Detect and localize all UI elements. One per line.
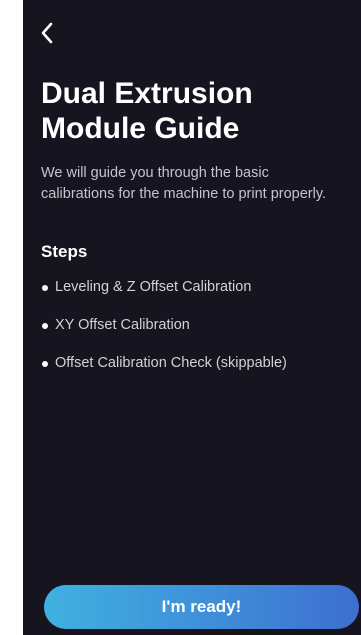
step-item-leveling: Leveling & Z Offset Calibration [41, 277, 287, 298]
bullet-icon [42, 361, 48, 367]
bullet-icon [42, 285, 48, 291]
step-label: Offset Calibration Check (skippable) [55, 355, 287, 371]
ready-button[interactable]: I'm ready! [44, 585, 359, 629]
intro-text: We will guide you through the basic cali… [41, 163, 359, 205]
page-title-line-2: Module Guide [41, 112, 240, 145]
guide-screen: Dual Extrusion Module Guide We will guid… [23, 0, 361, 635]
intro-text-line-1: We will guide you through the basic [41, 165, 269, 181]
page-title-line-1: Dual Extrusion [41, 77, 253, 110]
step-label: Leveling & Z Offset Calibration [55, 279, 252, 295]
steps-heading: Steps [41, 242, 88, 261]
step-item-offset-check: Offset Calibration Check (skippable) [41, 353, 287, 374]
back-button[interactable] [37, 20, 59, 46]
bullet-icon [42, 323, 48, 329]
intro-text-line-2: calibrations for the machine to print pr… [41, 186, 327, 202]
steps-list: Leveling & Z Offset Calibration XY Offse… [41, 277, 287, 391]
chevron-left-icon [41, 22, 53, 44]
step-label: XY Offset Calibration [55, 317, 190, 333]
step-item-xy-offset: XY Offset Calibration [41, 315, 287, 336]
page-title: Dual Extrusion Module Guide [41, 76, 351, 146]
